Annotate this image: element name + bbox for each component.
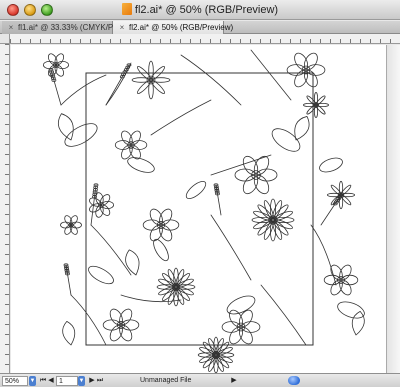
title-bar[interactable]: fl2.ai* @ 50% (RGB/Preview) <box>0 0 400 20</box>
flower-artwork <box>43 49 365 373</box>
artboard-border <box>85 72 314 346</box>
illustrator-window: fl2.ai* @ 50% (RGB/Preview) × fl1.ai* @ 3… <box>0 0 400 387</box>
tab-fl2[interactable]: × fl2.ai* @ 50% (RGB/Preview) <box>113 21 233 34</box>
window-title: fl2.ai* @ 50% (RGB/Preview) <box>134 4 279 16</box>
horizontal-ruler[interactable] <box>10 34 400 44</box>
flower-illustration <box>43 49 365 373</box>
close-icon[interactable]: × <box>118 21 126 34</box>
ruler-origin[interactable] <box>0 34 10 44</box>
close-icon[interactable]: × <box>7 21 15 34</box>
status-bar: 50% ▼ ⏮ ◀ 1 ▼ ▶ ⏭ Unmanaged File ▶ <box>0 373 400 387</box>
document-icon <box>121 3 132 15</box>
tab-label: fl2.ai* @ 50% (RGB/Preview) <box>129 23 234 32</box>
page-dropdown-icon[interactable]: ▼ <box>78 376 85 386</box>
tab-fl1[interactable]: × fl1.ai* @ 33.33% (CMYK/Preview) <box>2 21 139 34</box>
zoom-dropdown-icon[interactable]: ▼ <box>29 376 36 386</box>
window-title-wrap: fl2.ai* @ 50% (RGB/Preview) <box>0 3 400 16</box>
artboard-canvas[interactable] <box>11 45 386 373</box>
horizontal-scroll-thumb[interactable] <box>288 376 300 385</box>
vertical-ruler[interactable] <box>0 44 10 373</box>
page-field[interactable]: 1 <box>56 376 78 386</box>
first-page-icon[interactable]: ⏮ <box>39 376 47 386</box>
vertical-scrollbar[interactable] <box>386 45 400 373</box>
document-tab-bar: × fl1.ai* @ 33.33% (CMYK/Preview) × fl2.ai… <box>0 21 400 34</box>
next-page-icon[interactable]: ▶ <box>88 376 96 386</box>
previous-page-icon[interactable]: ◀ <box>47 376 55 386</box>
last-page-icon[interactable]: ⏭ <box>96 376 104 386</box>
status-menu-icon[interactable]: ▶ <box>230 376 238 386</box>
file-status: Unmanaged File <box>140 377 192 384</box>
zoom-field[interactable]: 50% <box>2 376 28 386</box>
